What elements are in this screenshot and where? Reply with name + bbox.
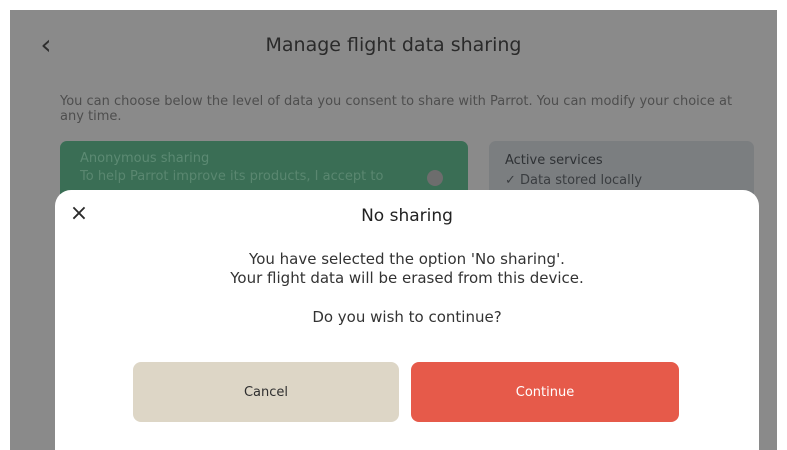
services-item: ✓ Data stored locally — [505, 173, 643, 188]
dialog-message-line2: Your flight data will be erased from thi… — [230, 269, 584, 287]
services-title: Active services — [505, 153, 603, 168]
continue-button[interactable]: Continue — [411, 362, 679, 422]
option-description: To help Parrot improve its products, I a… — [80, 169, 384, 184]
dialog-question: Do you wish to continue? — [312, 308, 502, 326]
page-title: Manage flight data sharing — [265, 34, 522, 56]
dialog-title: No sharing — [361, 206, 453, 226]
app-frame: ‹ Manage flight data sharing You can cho… — [10, 10, 777, 450]
dialog-message-line1: You have selected the option 'No sharing… — [249, 250, 565, 268]
cancel-button[interactable]: Cancel — [133, 362, 399, 422]
confirm-dialog: × No sharing You have selected the optio… — [55, 190, 759, 450]
intro-text: You can choose below the level of data y… — [60, 94, 733, 124]
header: ‹ Manage flight data sharing — [10, 10, 777, 78]
check-circle-icon — [427, 170, 443, 186]
option-title: Anonymous sharing — [80, 151, 210, 166]
